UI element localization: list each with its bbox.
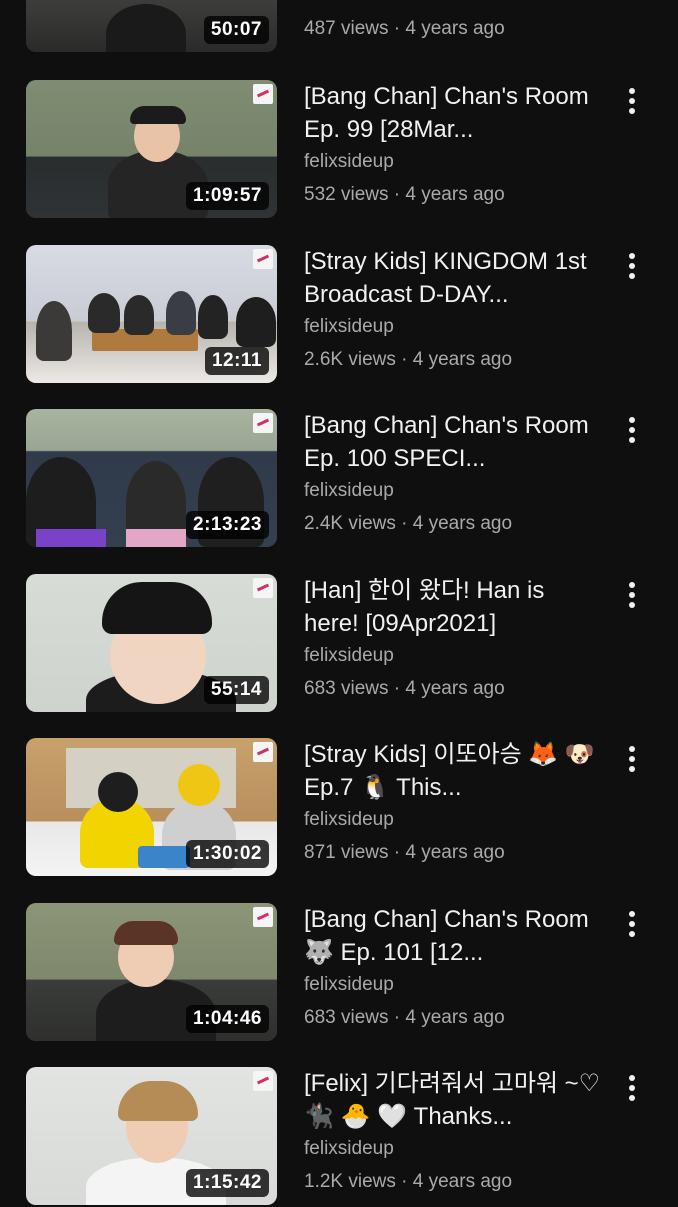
separator: · bbox=[388, 842, 406, 863]
video-item[interactable]: 1:04:46 [Bang Chan] Chan's Room 🐺 Ep. 10… bbox=[0, 903, 678, 1043]
video-thumbnail[interactable]: 1:15:42 bbox=[26, 1067, 277, 1205]
view-count: 2.4K views bbox=[304, 513, 396, 534]
video-title[interactable]: [Stray Kids] 이또아승 🦊 🐶 Ep.7 🐧 This... bbox=[304, 738, 604, 804]
separator: · bbox=[388, 1007, 406, 1028]
view-count: 871 views bbox=[304, 842, 389, 863]
video-meta: 683 views · 4 years ago bbox=[304, 678, 505, 700]
channel-logo-icon bbox=[253, 249, 273, 269]
video-item[interactable]: 55:14 [Han] 한이 왔다! Han is here! [09Apr20… bbox=[0, 574, 678, 714]
upload-age: 4 years ago bbox=[412, 513, 513, 534]
channel-name[interactable]: felixsideup bbox=[304, 809, 394, 831]
video-thumbnail[interactable]: 55:14 bbox=[26, 574, 277, 712]
view-count: 532 views bbox=[304, 184, 389, 205]
separator: · bbox=[388, 18, 406, 39]
view-count: 683 views bbox=[304, 678, 389, 699]
video-title[interactable]: [Bang Chan] Chan's Room 🐺 Ep. 101 [12... bbox=[304, 903, 604, 969]
video-duration: 1:15:42 bbox=[186, 1169, 269, 1197]
video-item[interactable]: 1:15:42 [Felix] 기다려줘서 고마워 ~♡ 🐈‍⬛ 🐣 🤍 Tha… bbox=[0, 1067, 678, 1207]
more-vert-icon[interactable] bbox=[620, 580, 644, 610]
video-meta: 871 views · 4 years ago bbox=[304, 842, 505, 864]
video-thumbnail[interactable]: 1:09:57 bbox=[26, 80, 277, 218]
video-item[interactable]: 50:07 487 views · 4 years ago bbox=[0, 0, 678, 54]
upload-age: 4 years ago bbox=[405, 1007, 505, 1028]
upload-age: 4 years ago bbox=[405, 842, 505, 863]
upload-age: 4 years ago bbox=[405, 184, 505, 205]
video-duration: 12:11 bbox=[204, 347, 269, 375]
channel-name[interactable]: felixsideup bbox=[304, 974, 394, 996]
video-duration: 50:07 bbox=[203, 16, 269, 44]
separator: · bbox=[395, 1171, 413, 1192]
more-vert-icon[interactable] bbox=[620, 251, 644, 281]
channel-name[interactable]: felixsideup bbox=[304, 1138, 394, 1160]
more-vert-icon[interactable] bbox=[620, 909, 644, 939]
more-vert-icon[interactable] bbox=[620, 1073, 644, 1103]
video-item[interactable]: 1:30:02 [Stray Kids] 이또아승 🦊 🐶 Ep.7 🐧 Thi… bbox=[0, 738, 678, 878]
channel-logo-icon bbox=[253, 578, 273, 598]
video-meta: 487 views · 4 years ago bbox=[304, 18, 505, 40]
view-count: 487 views bbox=[304, 18, 389, 39]
video-thumbnail[interactable]: 2:13:23 bbox=[26, 409, 277, 547]
view-count: 683 views bbox=[304, 1007, 389, 1028]
upload-age: 4 years ago bbox=[412, 349, 513, 370]
more-vert-icon[interactable] bbox=[620, 86, 644, 116]
video-meta: 683 views · 4 years ago bbox=[304, 1007, 505, 1029]
video-meta: 2.4K views · 4 years ago bbox=[304, 513, 512, 535]
channel-name[interactable]: felixsideup bbox=[304, 480, 394, 502]
channel-logo-icon bbox=[253, 907, 273, 927]
video-thumbnail[interactable]: 1:04:46 bbox=[26, 903, 277, 1041]
video-meta: 532 views · 4 years ago bbox=[304, 184, 505, 206]
upload-age: 4 years ago bbox=[405, 18, 505, 39]
channel-logo-icon bbox=[253, 413, 273, 433]
upload-age: 4 years ago bbox=[412, 1171, 513, 1192]
video-item[interactable]: 2:13:23 [Bang Chan] Chan's Room Ep. 100 … bbox=[0, 409, 678, 549]
channel-name[interactable]: felixsideup bbox=[304, 316, 394, 338]
video-item[interactable]: 1:09:57 [Bang Chan] Chan's Room Ep. 99 [… bbox=[0, 80, 678, 220]
video-item[interactable]: 12:11 [Stray Kids] KINGDOM 1st Broadcast… bbox=[0, 245, 678, 385]
video-title[interactable]: [Bang Chan] Chan's Room Ep. 100 SPECI... bbox=[304, 409, 604, 475]
video-meta: 1.2K views · 4 years ago bbox=[304, 1171, 512, 1193]
more-vert-icon[interactable] bbox=[620, 415, 644, 445]
video-duration: 1:30:02 bbox=[186, 840, 269, 868]
separator: · bbox=[395, 349, 413, 370]
video-title[interactable]: [Felix] 기다려줘서 고마워 ~♡ 🐈‍⬛ 🐣 🤍 Thanks... bbox=[304, 1067, 604, 1133]
view-count: 2.6K views bbox=[304, 349, 396, 370]
video-thumbnail[interactable]: 1:30:02 bbox=[26, 738, 277, 876]
video-duration: 1:09:57 bbox=[186, 182, 269, 210]
separator: · bbox=[388, 184, 406, 205]
video-duration: 55:14 bbox=[203, 676, 269, 704]
channel-name[interactable]: felixsideup bbox=[304, 645, 394, 667]
view-count: 1.2K views bbox=[304, 1171, 396, 1192]
video-title[interactable]: [Stray Kids] KINGDOM 1st Broadcast D-DAY… bbox=[304, 245, 604, 311]
video-title[interactable]: [Bang Chan] Chan's Room Ep. 99 [28Mar... bbox=[304, 80, 604, 146]
video-thumbnail[interactable]: 50:07 bbox=[26, 0, 277, 52]
channel-name[interactable]: felixsideup bbox=[304, 151, 394, 173]
channel-logo-icon bbox=[253, 84, 273, 104]
video-thumbnail[interactable]: 12:11 bbox=[26, 245, 277, 383]
channel-logo-icon bbox=[253, 1071, 273, 1091]
separator: · bbox=[395, 513, 413, 534]
video-meta: 2.6K views · 4 years ago bbox=[304, 349, 512, 371]
video-duration: 2:13:23 bbox=[186, 511, 269, 539]
more-vert-icon[interactable] bbox=[620, 744, 644, 774]
channel-logo-icon bbox=[253, 742, 273, 762]
video-title[interactable]: [Han] 한이 왔다! Han is here! [09Apr2021] bbox=[304, 574, 604, 640]
upload-age: 4 years ago bbox=[405, 678, 505, 699]
separator: · bbox=[388, 678, 406, 699]
video-duration: 1:04:46 bbox=[186, 1005, 269, 1033]
